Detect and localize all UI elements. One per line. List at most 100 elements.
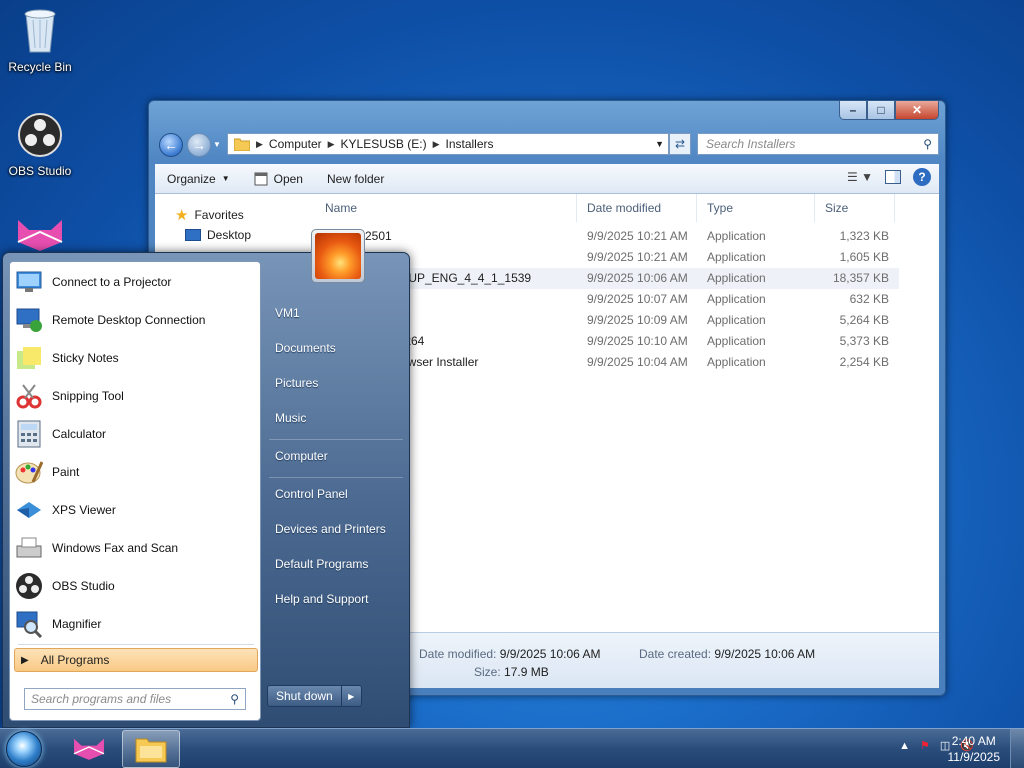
file-size: 5,373 KB	[839, 334, 889, 348]
table-row[interactable]: 2501 9/9/2025 10:21 AM Application 1,323…	[315, 226, 899, 247]
column-date-modified[interactable]: Date modified	[577, 194, 697, 222]
nav-label: Favorites	[194, 208, 244, 222]
open-button[interactable]: Open	[242, 172, 315, 186]
programs-pane: Connect to a Projector Remote Desktop Co…	[9, 261, 261, 721]
view-options-icon[interactable]: ☰ ▼	[847, 170, 873, 184]
program-fax-and-scan[interactable]: Windows Fax and Scan	[14, 530, 258, 566]
all-programs-button[interactable]: ▶ All Programs	[14, 648, 258, 672]
back-button[interactable]: ←	[159, 133, 183, 157]
file-size: 1,323 KB	[839, 229, 889, 243]
program-snipping-tool[interactable]: Snipping Tool	[14, 378, 258, 414]
close-button[interactable]: ✕	[895, 101, 939, 120]
refresh-icon: ⇄	[674, 137, 686, 151]
program-remote-desktop[interactable]: Remote Desktop Connection	[14, 302, 258, 338]
file-date: 9/9/2025 10:06 AM	[587, 271, 688, 285]
breadcrumb-installers[interactable]: Installers	[445, 137, 493, 151]
breadcrumb-separator-icon: ▶	[432, 138, 440, 149]
arrow-left-icon: ←	[164, 137, 178, 153]
breadcrumb-computer[interactable]: Computer	[269, 137, 322, 151]
recycle-bin-icon	[0, 6, 80, 57]
search-icon[interactable]: ⚲	[923, 137, 932, 151]
place-pictures[interactable]: Pictures	[275, 376, 318, 390]
search-placeholder: Search programs and files	[31, 692, 172, 706]
shutdown-group: Shut down ▶	[267, 685, 362, 707]
forward-button[interactable]: →	[187, 133, 211, 157]
file-size: 5,264 KB	[839, 313, 889, 327]
address-dropdown-icon[interactable]: ▼	[655, 139, 664, 149]
program-label: Calculator	[52, 427, 107, 441]
program-label: Remote Desktop Connection	[52, 313, 206, 327]
preview-pane-icon[interactable]	[885, 170, 901, 184]
action-center-flag-icon[interactable]: ⚑	[920, 739, 930, 752]
file-size: 18,357 KB	[832, 271, 889, 285]
program-paint[interactable]: Paint	[14, 454, 258, 490]
file-type: Application	[707, 271, 766, 285]
clock[interactable]: 2:40 AM 11/9/2025	[948, 733, 1001, 765]
search-input[interactable]: Search Installers ⚲	[697, 133, 939, 155]
clock-time: 2:40 AM	[951, 734, 996, 748]
program-xps-viewer[interactable]: XPS Viewer	[14, 492, 258, 528]
column-name[interactable]: Name	[315, 194, 577, 222]
detail-label: Size:	[474, 665, 501, 679]
file-date: 9/9/2025 10:21 AM	[587, 250, 688, 264]
detail-value: 9/9/2025 10:06 AM	[714, 647, 816, 661]
desktop-icon-label: OBS Studio	[8, 164, 72, 178]
navigation-bar: ← → ▼ ▶ Computer ▶ KYLESUSB (E:) ▶ Insta…	[157, 131, 939, 159]
program-obs-studio[interactable]: OBS Studio	[14, 568, 258, 604]
desktop-icon-recycle-bin[interactable]: Recycle Bin	[0, 6, 80, 74]
nav-item-desktop[interactable]: Desktop	[185, 228, 251, 242]
show-hidden-icons-icon[interactable]: ▲	[899, 740, 910, 752]
program-magnifier[interactable]: Magnifier	[14, 606, 258, 642]
remote-desktop-icon	[14, 305, 44, 335]
program-sticky-notes[interactable]: Sticky Notes	[14, 340, 258, 376]
program-label: OBS Studio	[52, 579, 115, 593]
detail-label: Date created:	[639, 647, 712, 661]
chevron-down-icon: ▼	[221, 174, 230, 183]
program-calculator[interactable]: Calculator	[14, 416, 258, 452]
desktop-icon	[185, 229, 201, 241]
file-type: Application	[707, 229, 766, 243]
breadcrumb-separator-icon: ▶	[256, 138, 263, 149]
breadcrumb-drive[interactable]: KYLESUSB (E:)	[341, 137, 427, 151]
desktop-icon-obs-studio[interactable]: OBS Studio	[0, 112, 80, 178]
new-folder-label: New folder	[326, 171, 385, 186]
file-type: Application	[707, 250, 766, 264]
file-size: 2,254 KB	[839, 355, 889, 369]
place-default-programs[interactable]: Default Programs	[275, 557, 368, 571]
desktop-icon-label: Recycle Bin	[8, 60, 72, 74]
user-avatar[interactable]	[311, 229, 365, 283]
search-icon[interactable]: ⚲	[230, 692, 239, 706]
organize-button[interactable]: Organize ▼	[155, 172, 242, 186]
place-vm1[interactable]: VM1	[275, 306, 300, 320]
taskbar-explorer[interactable]	[122, 730, 180, 768]
place-documents[interactable]: Documents	[275, 341, 336, 355]
address-bar[interactable]: ▶ Computer ▶ KYLESUSB (E:) ▶ Installers …	[227, 133, 669, 155]
column-size[interactable]: Size	[815, 194, 895, 222]
place-computer[interactable]: Computer	[275, 449, 328, 463]
shutdown-options-button[interactable]: ▶	[341, 685, 362, 707]
maximize-button[interactable]: □	[867, 101, 895, 120]
recent-pages-dropdown[interactable]: ▼	[213, 140, 221, 149]
place-help-and-support[interactable]: Help and Support	[275, 592, 368, 606]
shutdown-button[interactable]: Shut down	[267, 685, 342, 707]
search-placeholder: Search Installers	[706, 137, 796, 151]
nav-item-favorites[interactable]: ★ Favorites	[175, 206, 244, 224]
column-type[interactable]: Type	[697, 194, 815, 222]
place-control-panel[interactable]: Control Panel	[275, 487, 348, 501]
program-connect-to-projector[interactable]: Connect to a Projector	[14, 264, 258, 300]
place-music[interactable]: Music	[275, 411, 306, 425]
clock-date: 11/9/2025	[947, 750, 1001, 764]
help-icon[interactable]: ?	[913, 168, 931, 186]
show-desktop-button[interactable]	[1010, 729, 1024, 768]
place-devices-and-printers[interactable]: Devices and Printers	[275, 522, 386, 536]
refresh-button[interactable]: ⇄	[669, 133, 691, 155]
taskbar: ▲ ⚑ ◫ 🔇 2:40 AM 11/9/2025	[0, 728, 1024, 768]
minimize-button[interactable]: –	[839, 101, 867, 120]
start-search-input[interactable]: Search programs and files ⚲	[24, 688, 246, 710]
column-headers: Name Date modified Type Size	[315, 194, 939, 222]
file-type: Application	[707, 334, 766, 348]
new-folder-button[interactable]: New folder	[315, 172, 396, 186]
file-size: 632 KB	[849, 292, 889, 306]
start-button[interactable]	[6, 731, 42, 767]
taskbar-app-cat[interactable]	[60, 730, 118, 768]
